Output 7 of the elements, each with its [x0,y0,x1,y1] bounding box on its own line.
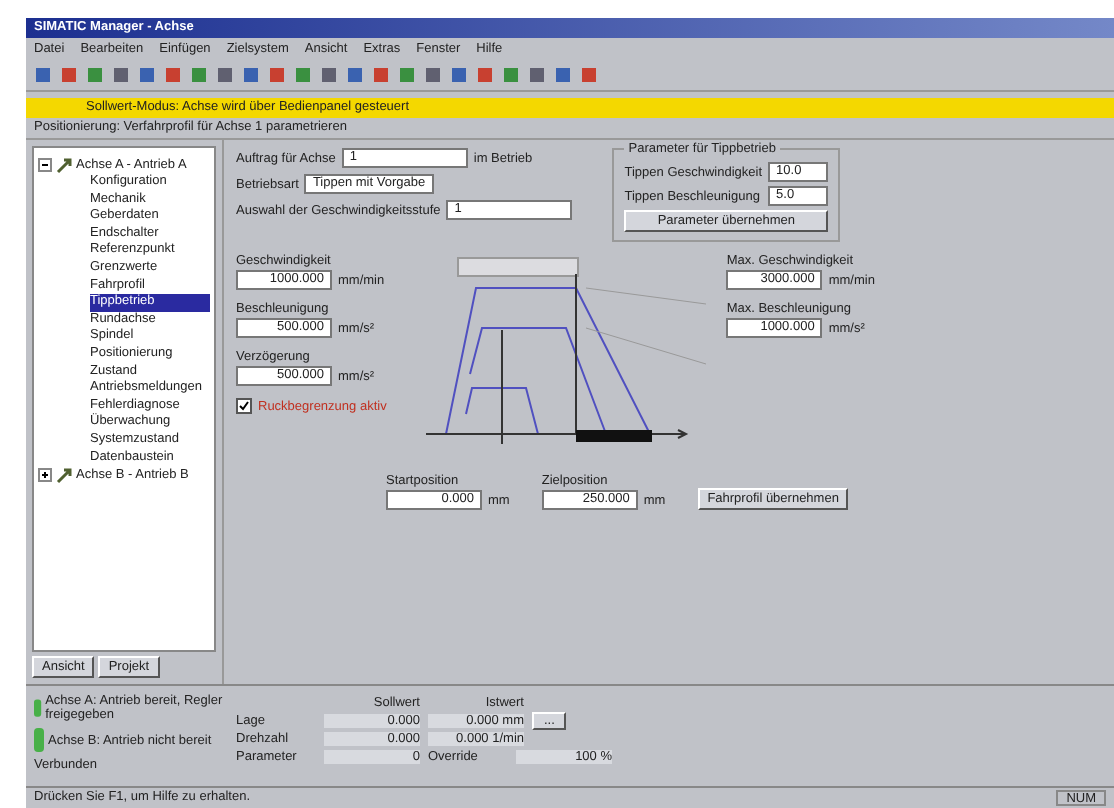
status-light-icon [34,696,42,720]
collapse-icon[interactable] [38,158,52,172]
axis-icon [56,467,72,484]
status-light-icon [34,728,44,752]
expand-icon[interactable] [38,468,52,483]
axis-icon [56,157,72,173]
checkbox[interactable] [236,398,252,414]
